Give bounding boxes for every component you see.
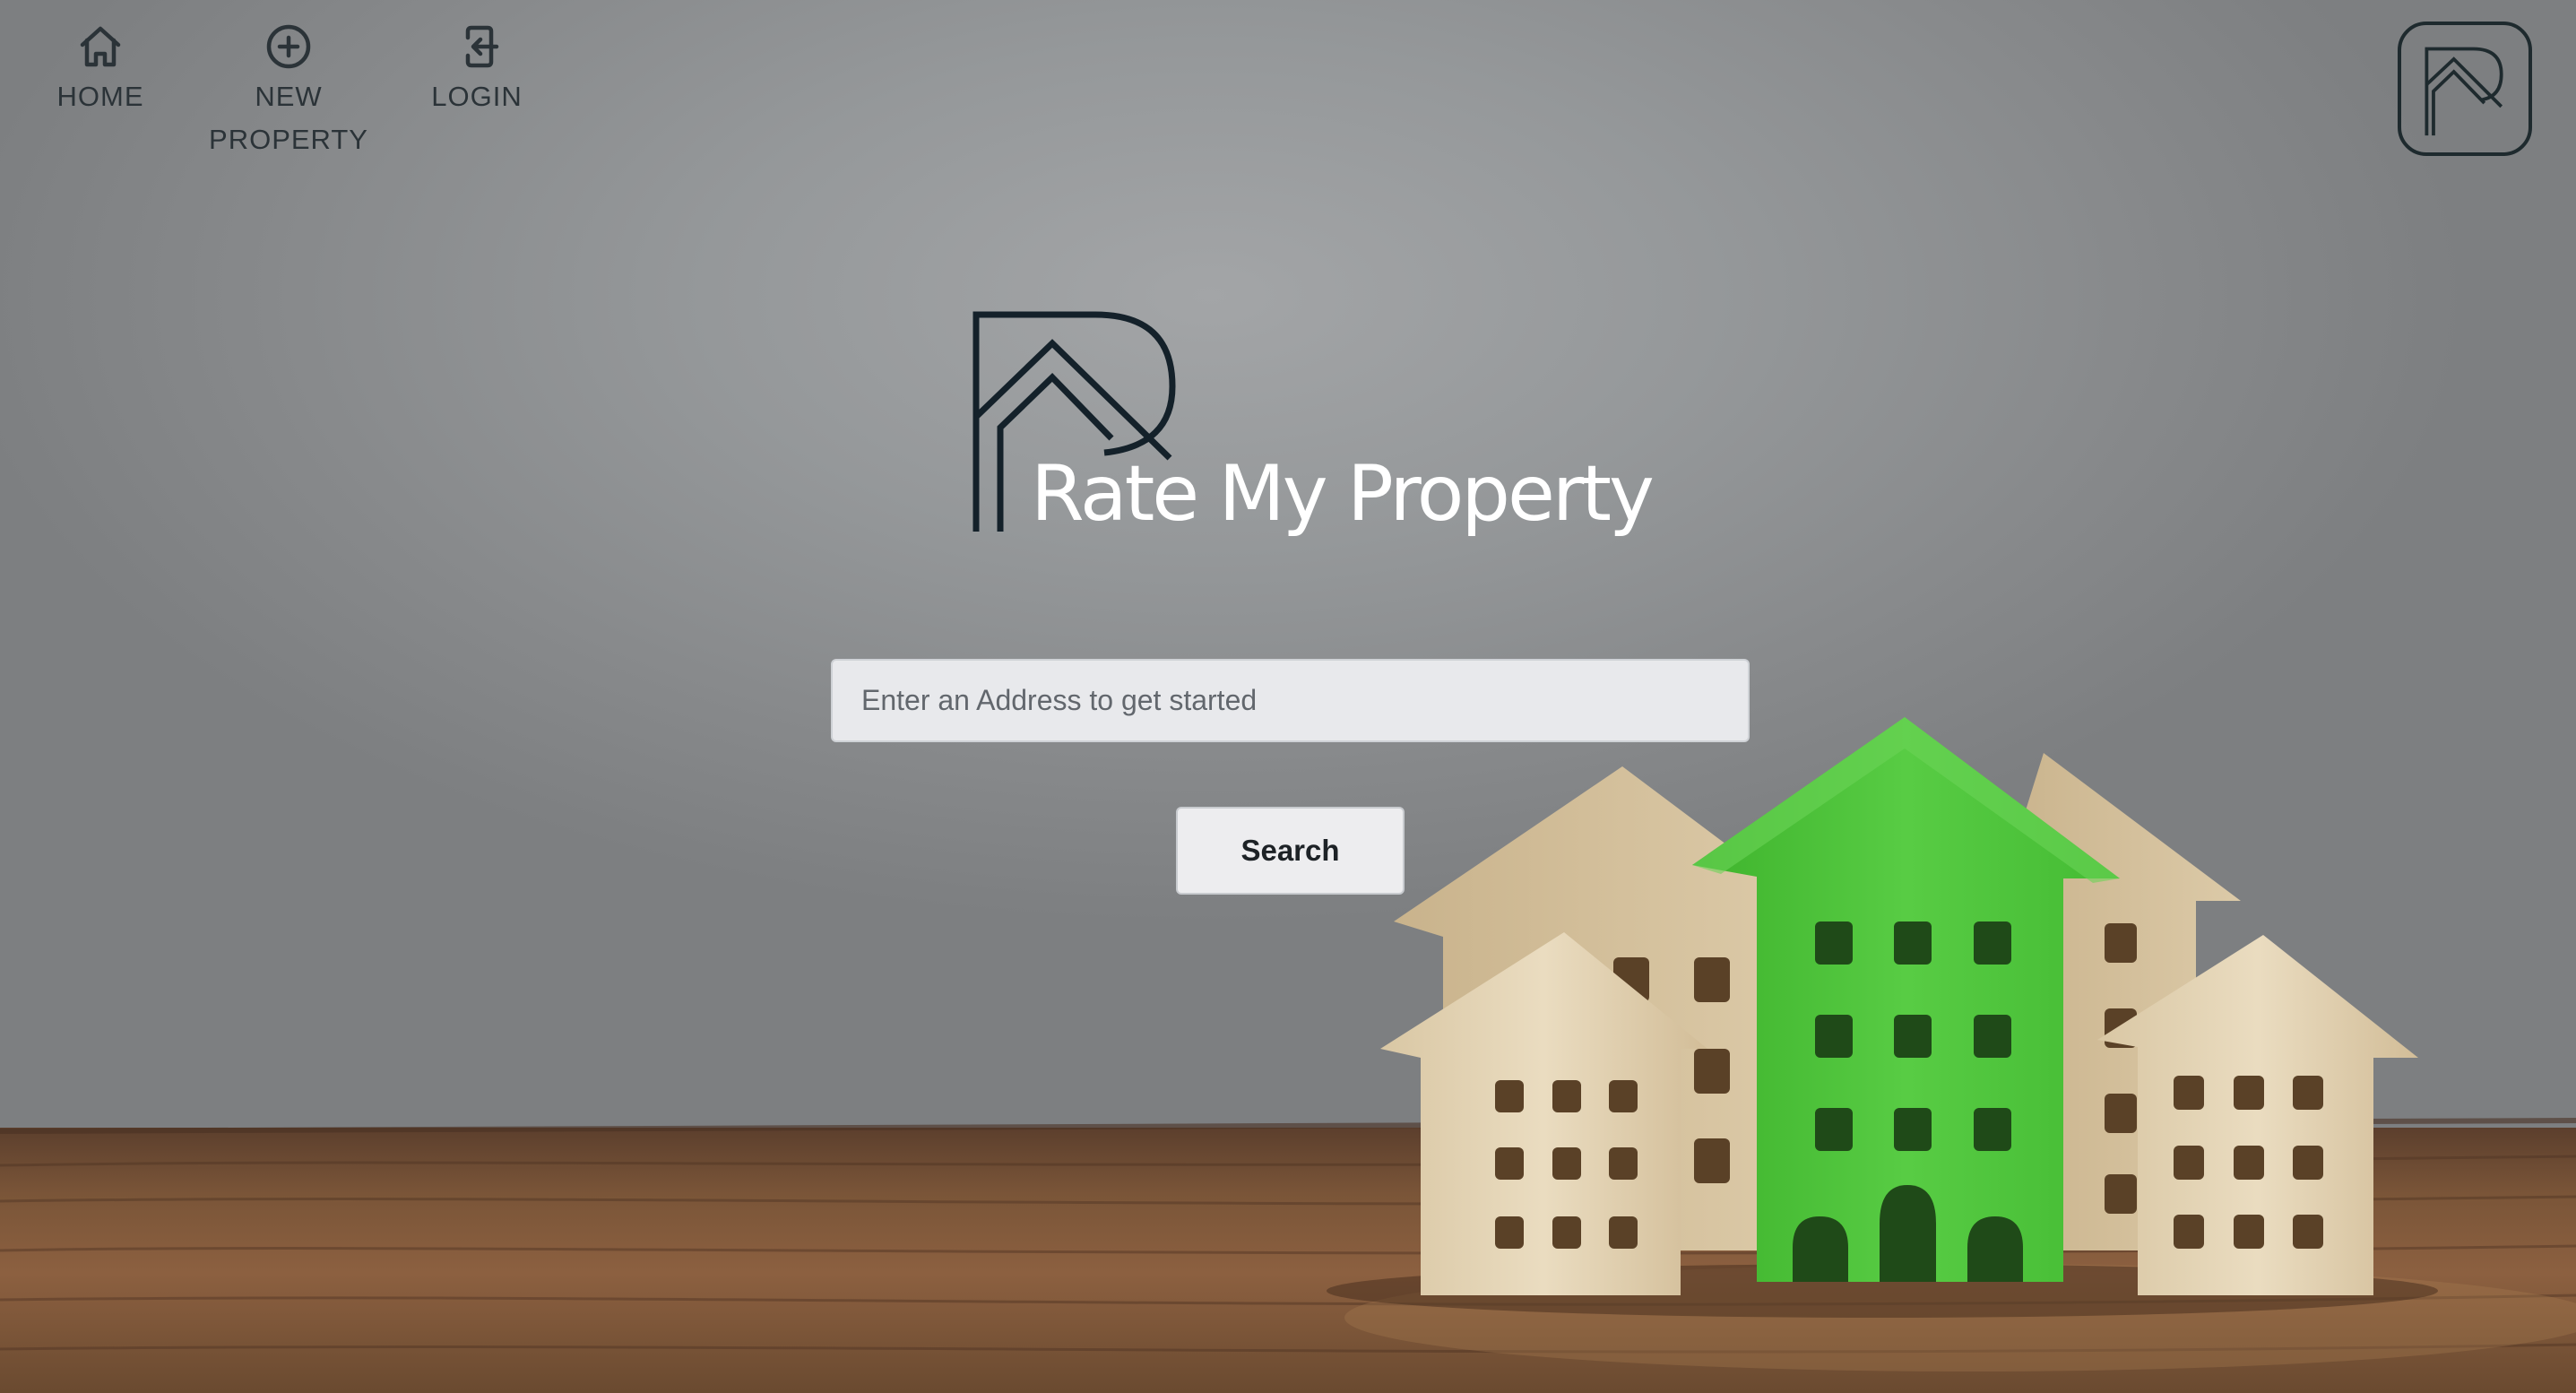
nav-item-new-property[interactable]: NEW PROPERTY bbox=[209, 18, 367, 161]
address-search-input[interactable] bbox=[831, 659, 1750, 742]
login-icon bbox=[465, 25, 499, 68]
search-button[interactable]: Search bbox=[1176, 807, 1405, 895]
nav-label-home: HOME bbox=[56, 81, 144, 112]
corner-logo-button[interactable] bbox=[2398, 22, 2532, 156]
nav-label-login: LOGIN bbox=[431, 81, 523, 112]
brand-name: Rate My Property bbox=[1031, 449, 1655, 539]
rmp-logo-icon bbox=[2425, 47, 2503, 136]
landing-page: HOME NEW PROPERTY LOGIN Rate My Property… bbox=[0, 0, 2576, 1393]
plus-circle-icon bbox=[266, 24, 311, 69]
nav-item-login[interactable]: LOGIN bbox=[421, 18, 532, 161]
nav-item-home[interactable]: HOME bbox=[45, 18, 156, 161]
top-nav: HOME NEW PROPERTY LOGIN bbox=[45, 18, 532, 161]
home-icon bbox=[80, 26, 121, 67]
nav-label-new-property: NEW PROPERTY bbox=[209, 81, 368, 155]
